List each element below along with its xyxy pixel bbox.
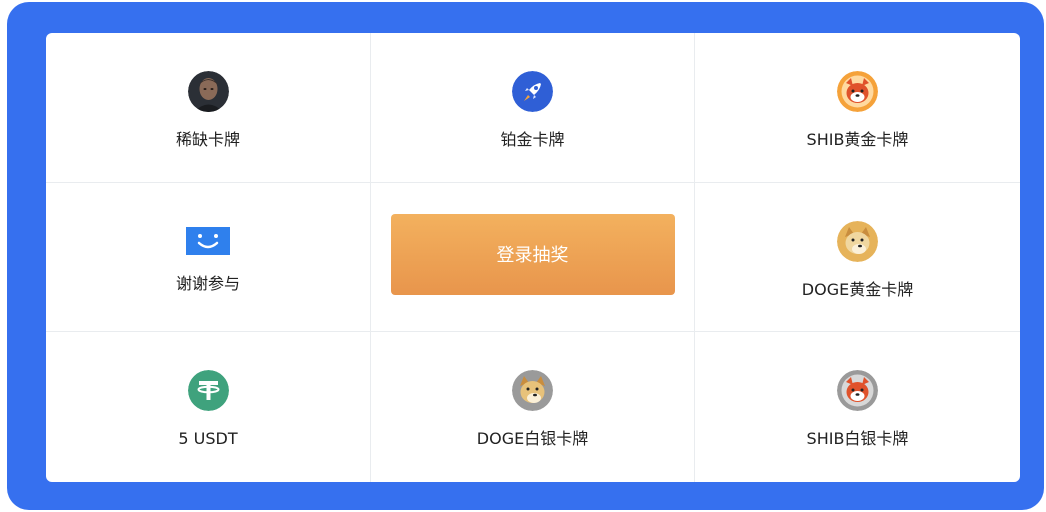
smile-icon	[186, 224, 230, 258]
prize-label: DOGE白银卡牌	[476, 429, 589, 448]
shib-icon	[837, 71, 878, 112]
prize-label: 谢谢参与	[175, 274, 240, 293]
prize-label: 铂金卡牌	[500, 130, 565, 149]
rocket-icon	[512, 71, 553, 112]
prize-cell-shib-gold-card: SHIB黄金卡牌	[695, 33, 1020, 183]
lottery-frame: 稀缺卡牌 铂金卡牌 SHIB黄金卡牌 谢谢参与 登录抽奖 DOGE黄金卡牌 5 …	[7, 2, 1044, 510]
prize-label: 5 USDT	[178, 429, 238, 448]
prize-cell-shib-silver-card: SHIB白银卡牌	[695, 332, 1020, 482]
prize-label: SHIB白银卡牌	[806, 429, 909, 448]
prize-cell-rare-card: 稀缺卡牌	[46, 33, 371, 183]
draw-cell: 登录抽奖	[371, 183, 695, 332]
prize-label: SHIB黄金卡牌	[806, 130, 909, 149]
login-draw-button[interactable]: 登录抽奖	[390, 213, 675, 295]
prize-cell-thanks: 谢谢参与	[46, 183, 371, 332]
doge-icon	[512, 370, 553, 411]
lottery-board: 稀缺卡牌 铂金卡牌 SHIB黄金卡牌 谢谢参与 登录抽奖 DOGE黄金卡牌 5 …	[46, 33, 1020, 482]
prize-label: DOGE黄金卡牌	[801, 280, 914, 299]
prize-cell-doge-silver-card: DOGE白银卡牌	[371, 332, 695, 482]
prize-cell-usdt: 5 USDT	[46, 332, 371, 482]
prize-cell-platinum-card: 铂金卡牌	[371, 33, 695, 183]
prize-cell-doge-gold-card: DOGE黄金卡牌	[695, 183, 1020, 332]
prize-grid: 稀缺卡牌 铂金卡牌 SHIB黄金卡牌 谢谢参与 登录抽奖 DOGE黄金卡牌 5 …	[46, 33, 1020, 482]
shib-icon	[837, 370, 878, 411]
prize-label: 稀缺卡牌	[175, 130, 240, 149]
doge-icon	[837, 221, 878, 262]
elon-portrait-icon	[187, 71, 229, 112]
tether-icon	[187, 370, 229, 411]
